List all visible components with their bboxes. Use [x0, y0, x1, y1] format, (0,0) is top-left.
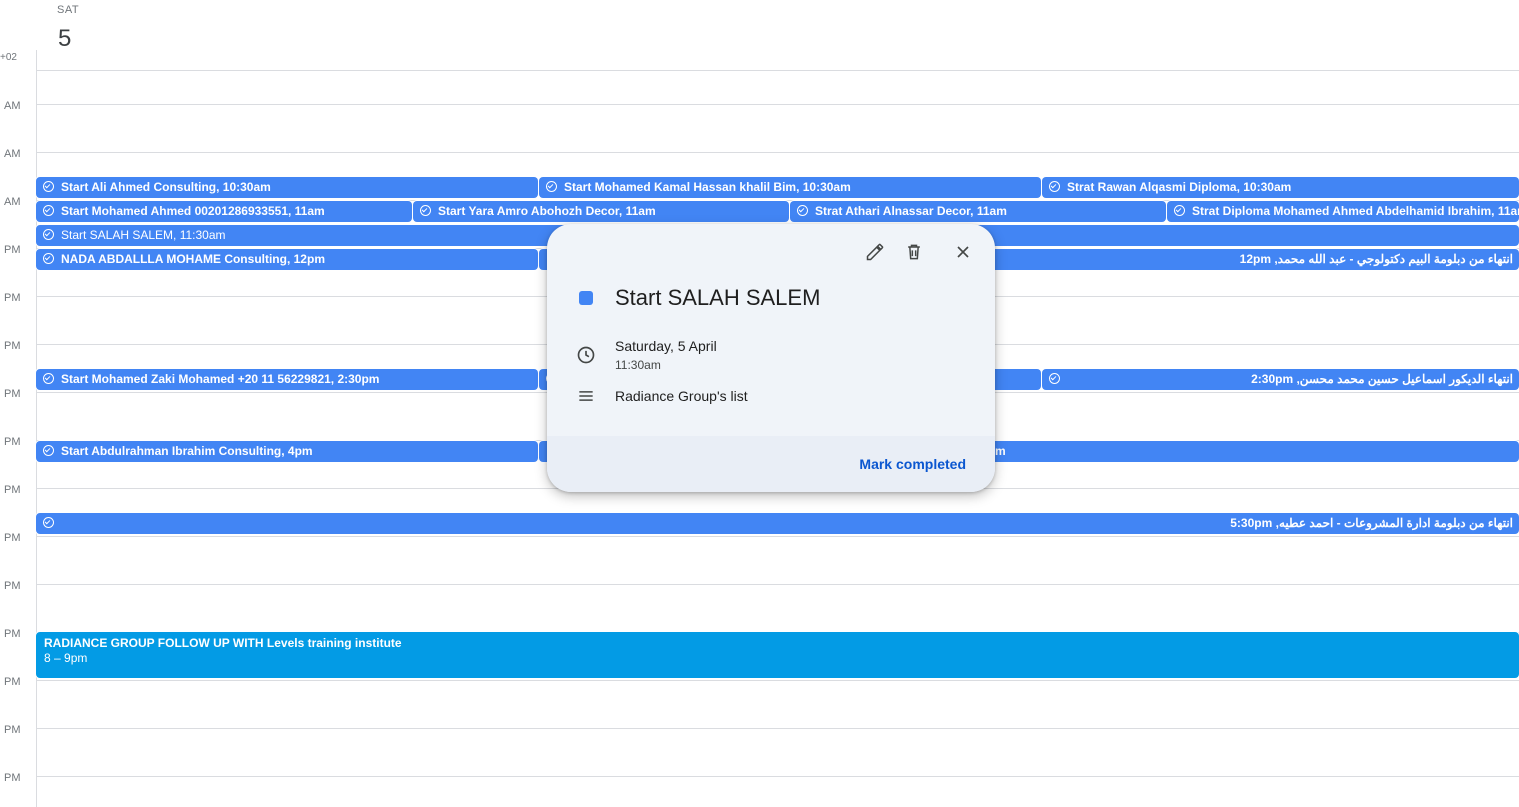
hour-label: PM: [4, 292, 21, 304]
task-check-icon: [43, 205, 54, 216]
task-chip-label: Start Ali Ahmed Consulting, 10:30am: [61, 180, 271, 194]
task-chip-label: انتهاء من دبلومة ادارة المشروعات - احمد …: [1230, 516, 1513, 530]
hour-label: PM: [4, 244, 21, 256]
task-chip-label: Strat Rawan Alqasmi Diploma, 10:30am: [1067, 180, 1292, 194]
task-chip-label: Strat Athari Alnassar Decor, 11am: [815, 204, 1007, 218]
task-chip[interactable]: Start Mohamed Kamal Hassan khalil Bim, 1…: [539, 177, 1041, 198]
task-chip-label: Start Mohamed Ahmed 00201286933551, 11am: [61, 204, 325, 218]
task-chip[interactable]: Strat Diploma Mohamed Ahmed Abdelhamid I…: [1167, 201, 1519, 222]
clock-icon: [577, 346, 595, 364]
hour-label: AM: [4, 196, 21, 208]
task-check-icon: [43, 181, 54, 192]
task-check-icon: [1174, 205, 1185, 216]
task-details-popup: Start SALAH SALEM Saturday, 5 April 11:3…: [547, 224, 995, 492]
task-chip-label: Start Abdulrahman Ibrahim Consulting, 4p…: [61, 444, 313, 458]
task-check-icon: [1049, 373, 1060, 384]
task-chip-label: NADA ABDALLLA MOHAME Consulting, 12pm: [61, 252, 325, 266]
header-divider: [36, 70, 1519, 71]
hour-line: [36, 728, 1519, 729]
hour-label: PM: [4, 676, 21, 688]
task-time: 11:30am: [615, 358, 661, 372]
task-chip[interactable]: Start Ali Ahmed Consulting, 10:30am: [36, 177, 538, 198]
close-icon: [957, 246, 969, 258]
task-chip-label: Start SALAH SALEM, 11:30am: [61, 228, 226, 242]
hour-label: AM: [4, 148, 21, 160]
task-chip-label: انتهاء من دبلومة البيم دكتولوجي - عبد ال…: [1239, 252, 1513, 266]
task-chip[interactable]: Strat Athari Alnassar Decor, 11am: [790, 201, 1166, 222]
delete-icon: [908, 244, 920, 260]
task-chip[interactable]: انتهاء من دبلومة ادارة المشروعات - احمد …: [36, 513, 1519, 534]
timezone-label: +02: [0, 52, 17, 63]
task-chip[interactable]: Start Abdulrahman Ibrahim Consulting, 4p…: [36, 441, 538, 462]
hour-label: PM: [4, 532, 21, 544]
hour-label: PM: [4, 580, 21, 592]
task-check-icon: [1049, 181, 1060, 192]
task-check-icon: [43, 517, 54, 528]
task-chip-label: انتهاء الديكور اسماعيل حسين محمد محسن, 2…: [1251, 372, 1513, 386]
event-time: 8 – 9pm: [44, 651, 88, 665]
task-chip[interactable]: انتهاء الديكور اسماعيل حسين محمد محسن, 2…: [1042, 369, 1519, 390]
hour-line: [36, 584, 1519, 585]
task-list-name: Radiance Group's list: [615, 388, 748, 404]
task-check-icon: [43, 445, 54, 456]
task-color-swatch: [579, 291, 593, 305]
time-column-divider: [36, 50, 37, 807]
mark-completed-button[interactable]: Mark completed: [859, 456, 966, 472]
task-check-icon: [546, 181, 557, 192]
event-title: RADIANCE GROUP FOLLOW UP WITH Levels tra…: [44, 636, 402, 650]
task-check-icon: [797, 205, 808, 216]
list-icon: [579, 391, 593, 401]
hour-label: PM: [4, 388, 21, 400]
task-check-icon: [43, 253, 54, 264]
calendar-event[interactable]: RADIANCE GROUP FOLLOW UP WITH Levels tra…: [36, 632, 1519, 678]
task-check-icon: [420, 205, 431, 216]
hour-label: PM: [4, 772, 21, 784]
hour-label: PM: [4, 484, 21, 496]
task-check-icon: [43, 229, 54, 240]
edit-icon: [866, 243, 884, 261]
task-chip-label: Start Mohamed Zaki Mohamed +20 11 562298…: [61, 372, 380, 386]
task-title: Start SALAH SALEM: [615, 285, 821, 310]
hour-label: PM: [4, 724, 21, 736]
day-name: SAT: [57, 4, 80, 16]
task-date: Saturday, 5 April: [615, 338, 717, 354]
hour-label: PM: [4, 340, 21, 352]
popup-footer: Mark completed: [547, 436, 995, 492]
edit-button[interactable]: [863, 240, 887, 264]
hour-label: PM: [4, 628, 21, 640]
close-button[interactable]: [951, 240, 975, 264]
hour-label: PM: [4, 436, 21, 448]
task-chip[interactable]: Start Mohamed Zaki Mohamed +20 11 562298…: [36, 369, 538, 390]
delete-button[interactable]: [902, 240, 926, 264]
task-chip[interactable]: NADA ABDALLLA MOHAME Consulting, 12pm: [36, 249, 538, 270]
hour-line: [36, 104, 1519, 105]
hour-line: [36, 680, 1519, 681]
task-chip[interactable]: Start Mohamed Ahmed 00201286933551, 11am: [36, 201, 412, 222]
task-chip-label: Start Yara Amro Abohozh Decor, 11am: [438, 204, 656, 218]
task-check-icon: [43, 373, 54, 384]
task-chip-label: Strat Diploma Mohamed Ahmed Abdelhamid I…: [1192, 204, 1519, 218]
task-chip[interactable]: Strat Rawan Alqasmi Diploma, 10:30am: [1042, 177, 1519, 198]
hour-line: [36, 152, 1519, 153]
hour-line: [36, 536, 1519, 537]
task-chip[interactable]: Start Yara Amro Abohozh Decor, 11am: [413, 201, 789, 222]
hour-label: AM: [4, 100, 21, 112]
hour-line: [36, 776, 1519, 777]
task-chip-label: m: [995, 444, 1006, 458]
task-chip-label: Start Mohamed Kamal Hassan khalil Bim, 1…: [564, 180, 851, 194]
day-number[interactable]: 5: [58, 25, 71, 53]
